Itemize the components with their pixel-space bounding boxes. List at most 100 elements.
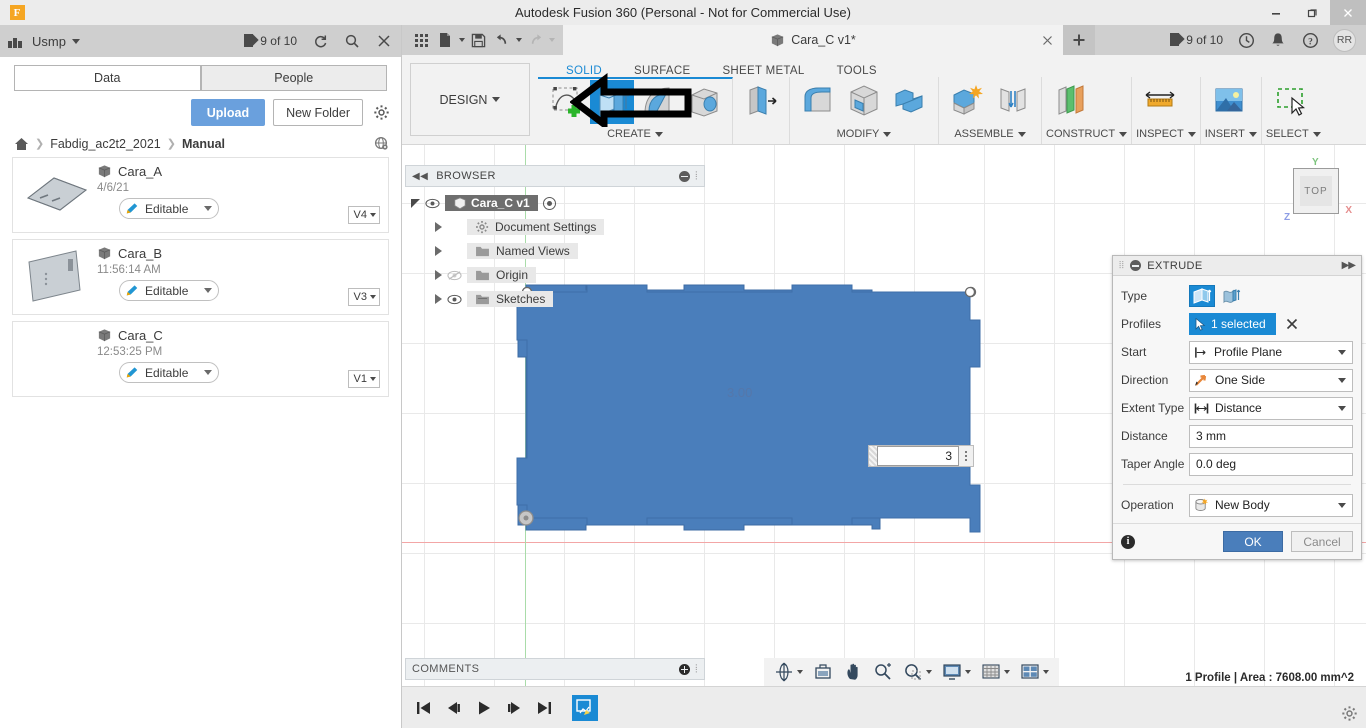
ok-button[interactable]: OK bbox=[1223, 531, 1283, 552]
add-icon[interactable] bbox=[679, 663, 691, 675]
extent-type-dropdown[interactable]: Distance bbox=[1189, 396, 1353, 420]
job-status[interactable]: 9 of 10 bbox=[1170, 33, 1223, 47]
minimize-button[interactable] bbox=[1258, 0, 1294, 25]
chevron-down-icon[interactable] bbox=[1043, 670, 1049, 674]
cancel-button[interactable]: Cancel bbox=[1291, 531, 1353, 552]
direction-dropdown[interactable]: One Side bbox=[1189, 368, 1353, 392]
refresh-icon[interactable] bbox=[311, 32, 329, 50]
ribbon-panel-label-insert[interactable]: INSERT bbox=[1205, 128, 1257, 144]
save-icon[interactable] bbox=[467, 29, 489, 51]
tab-people[interactable]: People bbox=[200, 65, 387, 91]
chevron-down-icon[interactable] bbox=[926, 670, 932, 674]
ribbon-panel-label-assemble[interactable]: ASSEMBLE bbox=[943, 128, 1037, 144]
clear-selection-icon[interactable] bbox=[1286, 318, 1298, 330]
visibility-eye-icon[interactable] bbox=[425, 198, 440, 209]
orbit-icon[interactable] bbox=[770, 660, 807, 684]
grid-apps-icon[interactable] bbox=[410, 29, 432, 51]
shell-icon[interactable] bbox=[842, 78, 886, 122]
version-dropdown[interactable]: V1 bbox=[347, 370, 380, 388]
flange-icon[interactable] bbox=[739, 78, 783, 122]
version-dropdown[interactable]: V3 bbox=[347, 288, 380, 306]
tab-solid[interactable]: SOLID bbox=[550, 65, 618, 77]
comments-bar[interactable]: COMMENTS ⦙ bbox=[405, 658, 705, 680]
grid-snaps-icon[interactable] bbox=[977, 660, 1014, 684]
view-cube-face-top[interactable]: TOP bbox=[1293, 168, 1339, 214]
collapse-left-icon[interactable]: ◀◀ bbox=[412, 171, 428, 182]
distance-field[interactable]: 3 mm bbox=[1189, 424, 1353, 448]
version-dropdown[interactable]: V4 bbox=[347, 206, 380, 224]
tree-node-origin[interactable]: Origin bbox=[405, 263, 705, 287]
visibility-eye-icon[interactable] bbox=[447, 294, 462, 305]
chevron-down-icon[interactable] bbox=[71, 38, 80, 44]
start-dropdown[interactable]: Profile Plane bbox=[1189, 340, 1353, 364]
workspace-selector[interactable]: DESIGN bbox=[410, 63, 530, 136]
document-tab[interactable]: Cara_C v1* bbox=[563, 25, 1063, 55]
new-document-icon[interactable] bbox=[434, 29, 456, 51]
expand-triangle-icon[interactable] bbox=[435, 294, 442, 304]
tab-sheet-metal[interactable]: SHEET METAL bbox=[706, 65, 820, 77]
drag-grip[interactable] bbox=[869, 446, 877, 466]
chevron-down-icon[interactable] bbox=[1004, 670, 1010, 674]
new-component-icon[interactable] bbox=[945, 78, 989, 122]
combine-icon[interactable] bbox=[888, 78, 932, 122]
view-cube[interactable]: TOP Y X Z bbox=[1284, 157, 1352, 223]
zoom-window-icon[interactable] bbox=[899, 660, 936, 684]
distance-input[interactable]: 3 bbox=[877, 446, 959, 466]
tab-tools[interactable]: TOOLS bbox=[821, 65, 893, 77]
look-at-icon[interactable] bbox=[809, 660, 837, 684]
tree-node-document-settings[interactable]: Document Settings bbox=[405, 215, 705, 239]
close-panel-icon[interactable] bbox=[375, 32, 393, 50]
extrude-icon[interactable] bbox=[590, 80, 634, 124]
extrude-dialog[interactable]: ⦙⦙ EXTRUDE ▶▶ Type Profiles 1 selected S… bbox=[1112, 255, 1362, 560]
select-window-icon[interactable] bbox=[1268, 78, 1312, 122]
chevron-down-icon[interactable] bbox=[549, 38, 555, 42]
close-icon[interactable] bbox=[1042, 35, 1053, 46]
play-icon[interactable] bbox=[470, 693, 498, 723]
minimize-icon[interactable] bbox=[679, 170, 691, 182]
file-status-dropdown[interactable]: Editable bbox=[119, 198, 220, 219]
chevron-down-icon[interactable] bbox=[516, 38, 522, 42]
step-back-icon[interactable] bbox=[440, 693, 468, 723]
new-folder-button[interactable]: New Folder bbox=[273, 99, 363, 126]
maximize-button[interactable] bbox=[1294, 0, 1330, 25]
operation-dropdown[interactable]: New Body bbox=[1189, 493, 1353, 517]
surface-extrude-icon[interactable] bbox=[1219, 285, 1245, 307]
ribbon-panel-label-construct[interactable]: CONSTRUCT bbox=[1046, 128, 1128, 144]
info-icon[interactable]: i bbox=[1121, 534, 1135, 549]
tree-node-sketches[interactable]: Sketches bbox=[405, 287, 705, 311]
avatar[interactable]: RR bbox=[1333, 28, 1356, 52]
skip-to-end-icon[interactable] bbox=[530, 693, 558, 723]
file-status-dropdown[interactable]: Editable bbox=[119, 362, 220, 383]
globe-icon[interactable] bbox=[374, 136, 389, 151]
job-status[interactable]: 9 of 10 bbox=[244, 34, 297, 48]
bell-icon[interactable] bbox=[1269, 31, 1287, 49]
gear-icon[interactable] bbox=[1341, 705, 1358, 722]
activate-component-icon[interactable] bbox=[542, 196, 556, 210]
revolve-icon[interactable] bbox=[636, 80, 680, 124]
expand-triangle-icon[interactable] bbox=[435, 246, 442, 256]
ribbon-panel-label-inspect[interactable]: INSPECT bbox=[1136, 128, 1196, 144]
redo-icon[interactable] bbox=[524, 29, 546, 51]
chevron-down-icon[interactable] bbox=[459, 38, 465, 42]
profiles-selection-button[interactable]: 1 selected bbox=[1189, 313, 1276, 335]
home-icon[interactable] bbox=[14, 137, 29, 151]
step-forward-icon[interactable] bbox=[500, 693, 528, 723]
undo-icon[interactable] bbox=[491, 29, 513, 51]
profile-extrude-icon[interactable] bbox=[1189, 285, 1215, 307]
viewports-icon[interactable] bbox=[1016, 660, 1053, 684]
clock-icon[interactable] bbox=[1237, 31, 1255, 49]
design-canvas[interactable]: 3.00 3 ◀◀ BROWSER ⦙ Cara_C v1 Document S… bbox=[402, 145, 1366, 728]
chevron-down-icon[interactable] bbox=[797, 670, 803, 674]
list-item[interactable]: Cara_C 12:53:25 PM Editable V1 bbox=[12, 321, 389, 397]
breadcrumb-item-folder[interactable]: Manual bbox=[182, 137, 225, 151]
tree-node-root[interactable]: Cara_C v1 bbox=[405, 191, 705, 215]
expand-right-icon[interactable]: ▶▶ bbox=[1342, 260, 1356, 271]
breadcrumb-item-project[interactable]: Fabdig_ac2t2_2021 bbox=[50, 137, 161, 151]
tree-node-named-views[interactable]: Named Views bbox=[405, 239, 705, 263]
joint-icon[interactable] bbox=[991, 78, 1035, 122]
sketch-feature-icon[interactable] bbox=[572, 694, 598, 721]
close-button[interactable] bbox=[1330, 0, 1366, 25]
expand-triangle-icon[interactable] bbox=[435, 222, 442, 232]
tab-surface[interactable]: SURFACE bbox=[618, 65, 706, 77]
ribbon-panel-label-select[interactable]: SELECT bbox=[1266, 128, 1321, 144]
